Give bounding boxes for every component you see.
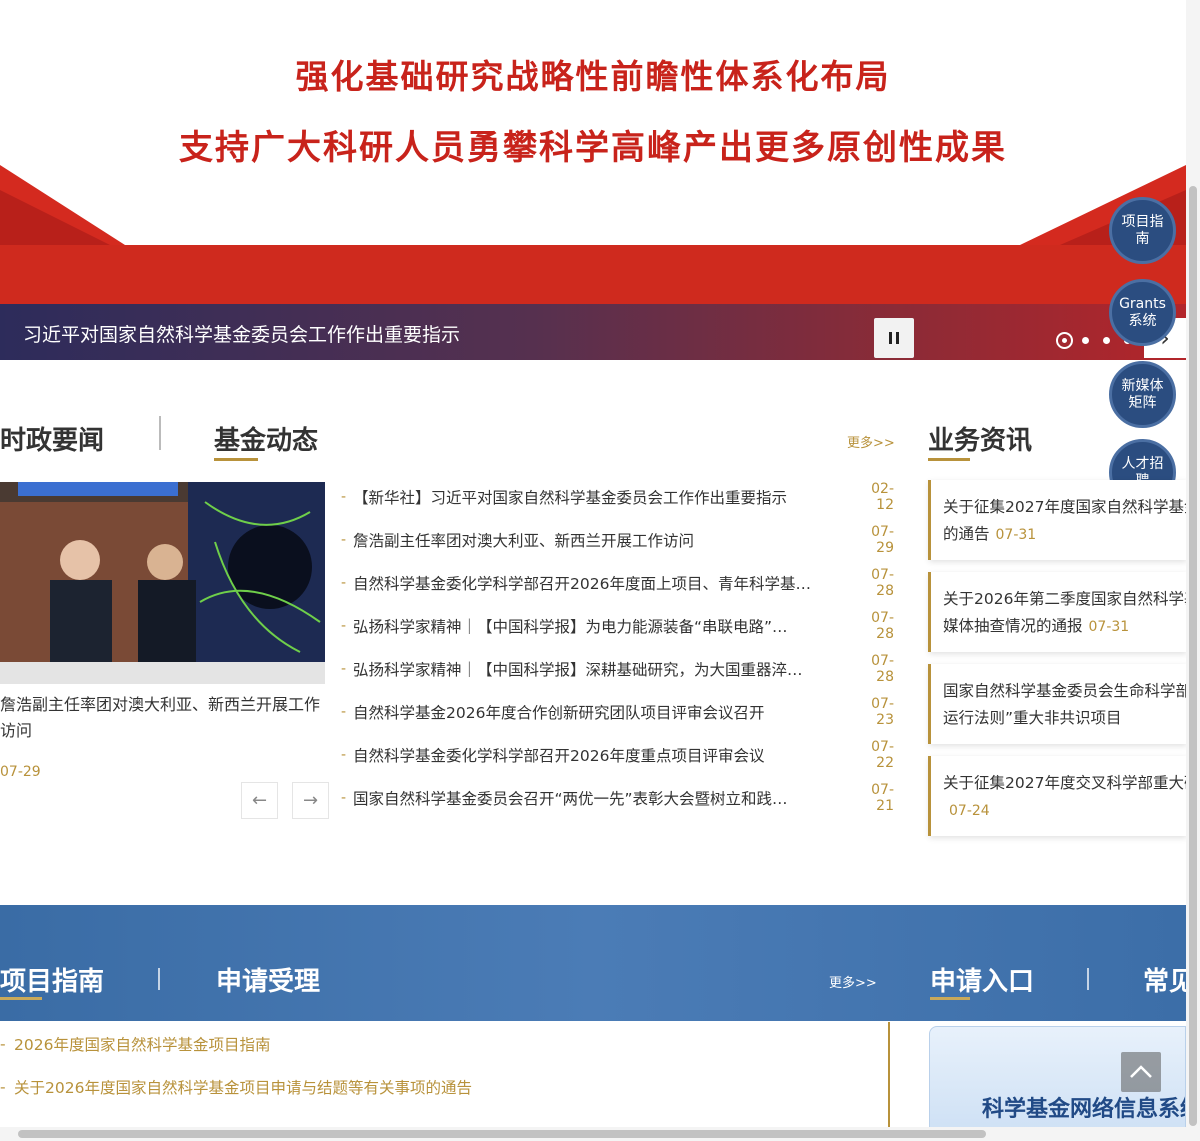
business-item-text: 国家自然科学基金委员会生命科学部“机制及其运行法则”重大非共识项目 xyxy=(943,682,1186,727)
news-title[interactable]: 【新华社】习近平对国家自然科学基金委员会工作作出重要指示 xyxy=(353,486,854,508)
list-item[interactable]: - 【新华社】习近平对国家自然科学基金委员会工作作出重要指示 02-12 xyxy=(341,475,894,518)
photo-date: 07-29 xyxy=(0,764,41,780)
news-title[interactable]: 詹浩副主任率团对澳大利亚、新西兰开展工作访问 xyxy=(353,529,854,551)
hero-banner[interactable]: 强化基础研究战略性前瞻性体系化布局 支持广大科研人员勇攀科学高峰产出更多原创性成… xyxy=(0,0,1186,360)
list-item[interactable]: - 詹浩副主任率团对澳大利亚、新西兰开展工作访问 07-29 xyxy=(341,518,894,561)
banner-headline-2: 支持广大科研人员勇攀科学高峰产出更多原创性成果 xyxy=(179,128,1007,168)
float-button-guide[interactable]: 项目指南 xyxy=(1109,197,1176,264)
active-tab-underline xyxy=(214,458,258,461)
tab-apply-entry[interactable]: 申请入口 xyxy=(930,961,1034,998)
list-item[interactable]: - 关于2026年度国家自然科学基金项目申请与结题等有关事项的通告 xyxy=(0,1065,880,1108)
business-item-date: 07-31 xyxy=(1088,619,1130,635)
business-item-date: 07-31 xyxy=(995,527,1037,543)
slide-dot[interactable] xyxy=(1082,337,1089,344)
guide-list: -2026年度国家自然科学基金项目指南 - 关于2026年度国家自然科学基金项目申… xyxy=(0,1022,880,1108)
guide-item-title[interactable]: 关于2026年度国家自然科学基金项目申请与结题等有关事项的通告 xyxy=(14,1076,472,1098)
news-list: - 【新华社】习近平对国家自然科学基金委员会工作作出重要指示 02-12 - 詹浩副主… xyxy=(341,475,894,819)
news-more-link[interactable]: 更多>> xyxy=(847,432,895,451)
business-item-text: 关于征集2027年度国家自然科学基金立项建议的通告 xyxy=(943,498,1186,543)
tab-project-guide[interactable]: 项目指南 xyxy=(0,961,104,998)
back-to-top-button[interactable] xyxy=(1121,1052,1161,1092)
horizontal-scroll-thumb[interactable] xyxy=(18,1130,986,1138)
list-item[interactable]: - 自然科学基金委化学科学部召开2026年度面上项目、青年科学基… 07-28 xyxy=(341,561,894,604)
section-divider xyxy=(888,1022,890,1128)
float-button-media[interactable]: 新媒体矩阵 xyxy=(1109,361,1176,428)
news-date: 07-28 xyxy=(871,609,894,642)
business-title-underline xyxy=(928,458,970,461)
float-button-grants[interactable]: Grants系统 xyxy=(1109,279,1176,346)
guide-more-link[interactable]: 更多>> xyxy=(829,972,877,991)
active-tab-underline xyxy=(930,997,970,1000)
banner-caption-bar: 习近平对国家自然科学基金委员会工作作出重要指示 xyxy=(0,304,1186,360)
business-item-text: 关于2026年第二季度国家自然科学基金业务新媒体抽查情况的通报 xyxy=(943,590,1186,635)
news-date: 07-23 xyxy=(871,695,894,728)
business-news-list: 关于征集2027年度国家自然科学基金立项建议的通告07-31 关于2026年第二… xyxy=(928,480,1186,848)
tab-divider xyxy=(1087,968,1089,990)
list-item[interactable]: 关于2026年第二季度国家自然科学基金业务新媒体抽查情况的通报07-31 xyxy=(928,572,1186,652)
slide-dot[interactable] xyxy=(1056,332,1073,349)
list-item[interactable]: - 自然科学基金委化学科学部召开2026年度重点项目评审会议 07-22 xyxy=(341,733,894,776)
news-title[interactable]: 国家自然科学基金委员会召开“两优一先”表彰大会暨树立和践… xyxy=(353,787,854,809)
banner-caption[interactable]: 习近平对国家自然科学基金委员会工作作出重要指示 xyxy=(23,320,460,347)
news-title[interactable]: 弘扬科学家精神｜【中国科学报】为电力能源装备“串联电路”… xyxy=(353,615,854,637)
banner-headline-1: 强化基础研究战略性前瞻性体系化布局 xyxy=(295,57,891,96)
list-item[interactable]: - 弘扬科学家精神｜【中国科学报】深耕基础研究，为大国重器淬… 07-28 xyxy=(341,647,894,690)
news-photo-image xyxy=(0,482,325,684)
news-title[interactable]: 自然科学基金2026年度合作创新研究团队项目评审会议召开 xyxy=(353,701,854,723)
list-item[interactable]: -2026年度国家自然科学基金项目指南 xyxy=(0,1022,880,1065)
guide-item-title[interactable]: 2026年度国家自然科学基金项目指南 xyxy=(14,1033,270,1055)
entry-title: 科学基金网络信息系统 xyxy=(982,1097,1186,1122)
vertical-scroll-thumb[interactable] xyxy=(1189,186,1197,1126)
news-date: 07-22 xyxy=(871,738,894,771)
tab-divider xyxy=(159,416,161,450)
news-date: 07-28 xyxy=(871,652,894,685)
news-date: 02-12 xyxy=(871,480,894,513)
news-photo[interactable] xyxy=(0,482,325,684)
list-item[interactable]: - 国家自然科学基金委员会召开“两优一先”表彰大会暨树立和践… 07-21 xyxy=(341,776,894,819)
tab-divider xyxy=(158,968,160,990)
photo-caption[interactable]: 詹浩副主任率团对澳大利亚、新西兰开展工作访问 xyxy=(0,692,325,744)
tab-politics-news[interactable]: 时政要闻 xyxy=(0,420,104,457)
photo-next-button[interactable]: → xyxy=(292,782,329,819)
business-news-title[interactable]: 业务资讯 xyxy=(928,420,1032,457)
list-item[interactable]: - 弘扬科学家精神｜【中国科学报】为电力能源装备“串联电路”… 07-28 xyxy=(341,604,894,647)
arrow-left-icon: ← xyxy=(251,790,268,811)
business-item-date: 07-24 xyxy=(949,803,990,819)
arrow-up-icon xyxy=(1130,1065,1152,1078)
business-item-text: 关于征集2027年度交叉科学部重大研究计划 xyxy=(943,774,1186,792)
news-date: 07-29 xyxy=(871,523,894,556)
pause-button[interactable] xyxy=(874,318,914,358)
news-title[interactable]: 弘扬科学家精神｜【中国科学报】深耕基础研究，为大国重器淬… xyxy=(353,658,854,680)
news-title[interactable]: 自然科学基金委化学科学部召开2026年度面上项目、青年科学基… xyxy=(353,572,854,594)
list-item[interactable]: - 自然科学基金2026年度合作创新研究团队项目评审会议召开 07-23 xyxy=(341,690,894,733)
photo-prev-button[interactable]: ← xyxy=(241,782,278,819)
list-item[interactable]: 国家自然科学基金委员会生命科学部“机制及其运行法则”重大非共识项目 xyxy=(928,664,1186,744)
news-title[interactable]: 自然科学基金委化学科学部召开2026年度重点项目评审会议 xyxy=(353,744,854,766)
slide-dot[interactable] xyxy=(1103,337,1110,344)
arrow-right-icon: → xyxy=(302,790,319,811)
active-tab-underline xyxy=(0,997,42,1000)
list-item[interactable]: 关于征集2027年度国家自然科学基金立项建议的通告07-31 xyxy=(928,480,1186,560)
pause-icon xyxy=(889,332,892,344)
tab-application[interactable]: 申请受理 xyxy=(216,961,320,998)
list-item[interactable]: 关于征集2027年度交叉科学部重大研究计划 07-24 xyxy=(928,756,1186,836)
news-date: 07-28 xyxy=(871,566,894,599)
news-date: 07-21 xyxy=(871,781,894,814)
tab-fund-news[interactable]: 基金动态 xyxy=(214,420,318,457)
